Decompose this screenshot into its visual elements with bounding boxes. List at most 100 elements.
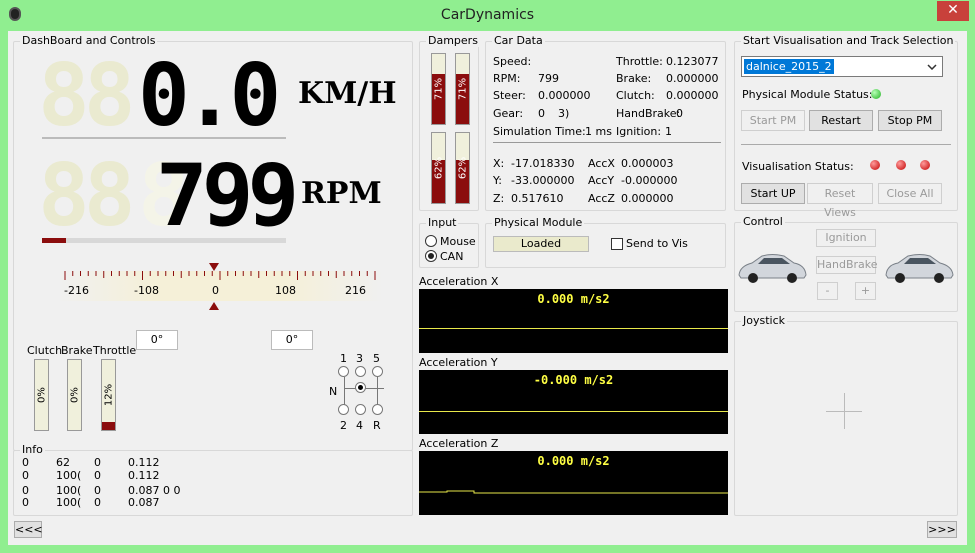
handbrake-button[interactable]: HandBrake (816, 256, 878, 274)
steer-tick-4: 108 (275, 284, 296, 297)
car-left-icon (738, 254, 807, 283)
damper-front-right: 71% (455, 53, 470, 125)
gear-slot-4 (355, 404, 366, 415)
joystick-label: Joystick (741, 314, 788, 327)
brake-value: 0.000000 (666, 72, 719, 85)
steer-tick-3: 0 (212, 284, 219, 297)
reset-views-button[interactable]: Reset Views (807, 183, 873, 219)
vis-status-led-3 (920, 160, 930, 170)
steer-tick-1: -216 (64, 284, 89, 297)
minus-button[interactable]: - (817, 282, 838, 300)
steer-tick-2: -108 (134, 284, 159, 297)
steer-right-box: 0° (271, 330, 313, 350)
can-radio[interactable] (425, 250, 437, 262)
ignition-value: 1 (665, 125, 672, 138)
pm-status-led (871, 89, 881, 99)
rpm-display: 799 (156, 146, 299, 246)
info-cell: 0 (22, 496, 29, 509)
joystick-crosshair-v[interactable] (844, 393, 845, 429)
clutch-bar: 0% (34, 359, 49, 431)
gear-label-3: 3 (356, 352, 363, 365)
stop-pm-button[interactable]: Stop PM (878, 110, 942, 131)
accx-value: 0.000003 (621, 157, 674, 170)
send-to-vis-checkbox[interactable] (611, 238, 623, 250)
throttle-bar: 12% (101, 359, 116, 431)
gear-label-r: R (373, 419, 381, 432)
steer-marker-top-icon (209, 263, 219, 271)
rpm-bar (42, 238, 286, 243)
accel-y-label: Acceleration Y (419, 356, 498, 369)
info-cell: 100( (56, 469, 82, 482)
window-title: CarDynamics (440, 7, 535, 23)
vis-status-label: Visualisation Status: (742, 160, 854, 173)
clutch-label: Clutch (27, 344, 63, 357)
steer-left-box: 0° (136, 330, 178, 350)
info-cell: 0.112 (128, 456, 160, 469)
joystick-group: Joystick (734, 314, 958, 516)
car-data-label: Car Data (492, 34, 545, 47)
gear-slot-2 (338, 404, 349, 415)
plus-button[interactable]: + (855, 282, 876, 300)
gear-label-1: 1 (340, 352, 347, 365)
accel-z-scope: 0.000 m/s2 (419, 451, 728, 515)
track-select[interactable]: dalnice_2015_2 (741, 56, 943, 77)
info-cell: 0 (94, 496, 101, 509)
restart-button[interactable]: Restart (809, 110, 873, 131)
track-select-value: dalnice_2015_2 (744, 59, 834, 74)
speed-display: 0.0 (138, 46, 281, 146)
close-button[interactable]: ✕ (937, 1, 969, 21)
z-value: 0.517610 (511, 192, 564, 205)
car-data-separator (493, 142, 721, 143)
car-right-icon (885, 254, 954, 283)
y-label: Y: (493, 174, 502, 187)
can-radio-label[interactable]: CAN (440, 250, 463, 263)
vis-label: Start Visualisation and Track Selection (741, 34, 956, 47)
pm-status-label: Physical Module Status: (742, 88, 873, 101)
accz-label: AccZ (588, 192, 615, 205)
throttle-value: 0.123077 (666, 55, 719, 68)
accz-value: 0.000000 (621, 192, 674, 205)
sim-time-label: Simulation Time: (493, 125, 586, 138)
gear-slot-r (372, 404, 383, 415)
ignition-button[interactable]: Ignition (816, 229, 876, 247)
mouse-radio[interactable] (425, 235, 437, 247)
start-pm-button[interactable]: Start PM (741, 110, 805, 131)
ignition-label-cd: Ignition: (616, 125, 662, 138)
rpm-bar-fill (42, 238, 67, 243)
gear-label-5: 5 (373, 352, 380, 365)
send-to-vis-label[interactable]: Send to Vis (626, 237, 688, 250)
handbrake-label-cd: HandBrake: (616, 107, 681, 120)
mouse-radio-label[interactable]: Mouse (440, 235, 476, 248)
accel-y-value: -0.000 m/s2 (533, 373, 614, 387)
prev-page-button[interactable]: <<< (14, 521, 43, 538)
gear-slot-5 (372, 366, 383, 377)
next-page-button[interactable]: >>> (927, 521, 957, 538)
start-up-button[interactable]: Start UP (741, 183, 805, 204)
gear-extra: 3) (558, 107, 570, 120)
app-window: CarDynamics ✕ DashBoard and Controls 88 … (0, 0, 975, 553)
rpm-unit: RPM (301, 176, 382, 211)
vis-status-led-1 (870, 160, 880, 170)
damper-rear-left: 62% (431, 132, 446, 204)
input-label: Input (426, 216, 459, 229)
steer-value: 0.000000 (538, 89, 591, 102)
info-cell: 0 (22, 469, 29, 482)
brake-label-cd: Brake: (616, 72, 652, 85)
accel-y-trace (419, 411, 728, 412)
gear-label: Gear: (493, 107, 524, 120)
throttle-label-cd: Throttle: (616, 55, 663, 68)
accel-y-scope: -0.000 m/s2 (419, 370, 728, 434)
accx-label: AccX (588, 157, 615, 170)
gear-label-n: N (329, 385, 338, 398)
physical-module-status: Loaded (493, 236, 589, 252)
accel-x-label: Acceleration X (419, 275, 499, 288)
speed-divider (42, 137, 286, 139)
steer-marker-bottom-icon (209, 302, 219, 310)
gear-shaft-left (344, 377, 345, 405)
gear-shaft-right (377, 377, 378, 405)
steering-ticks (64, 271, 376, 280)
brake-label: Brake (61, 344, 93, 357)
close-all-button[interactable]: Close All (878, 183, 942, 204)
speed-label: Speed: (493, 55, 532, 68)
throttle-label: Throttle (93, 344, 137, 357)
